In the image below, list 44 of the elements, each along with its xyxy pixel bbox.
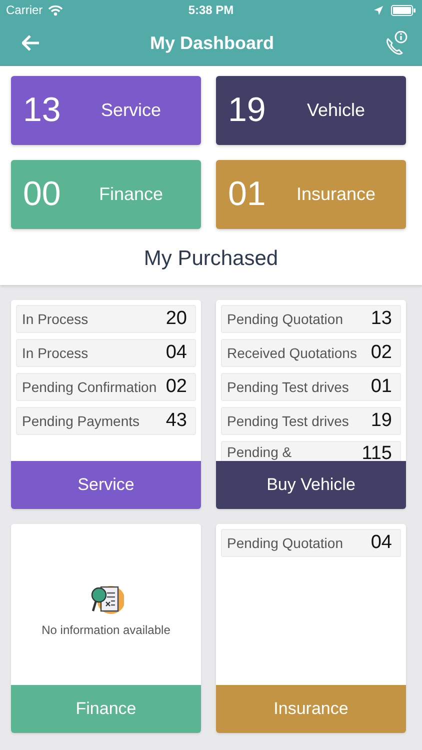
status-row[interactable]: In Process 20	[16, 305, 196, 333]
status-label: Pending Quotation	[227, 310, 343, 328]
status-count: 04	[370, 533, 392, 553]
status-label: Pending Payments	[22, 412, 140, 430]
status-count: 02	[166, 377, 187, 397]
status-count: 20	[166, 309, 187, 329]
battery-icon	[391, 4, 416, 16]
status-row[interactable]: Pending Test drives 01	[221, 373, 401, 401]
status-count: 04	[166, 343, 187, 363]
status-label: Pending &	[227, 444, 292, 461]
status-label: Pending Confirmation	[22, 378, 157, 396]
status-row[interactable]: Pending Payments 43	[16, 407, 196, 435]
status-label: Pending Quotation	[227, 534, 343, 552]
status-row[interactable]: Pending Quotation 13	[221, 305, 401, 333]
status-count: 19	[370, 411, 392, 431]
back-button[interactable]	[22, 35, 40, 51]
category-button[interactable]: Service	[11, 461, 201, 509]
category-button[interactable]: Buy Vehicle	[216, 461, 406, 509]
status-label: Pending Test drives	[227, 412, 349, 430]
status-row[interactable]: Pending & 115	[221, 441, 401, 461]
status-label: Received Quotations	[227, 344, 357, 362]
status-count: 13	[370, 309, 392, 329]
status-row[interactable]: Pending Confirmation 02	[16, 373, 196, 401]
summary-tile[interactable]: 19 Vehicle	[216, 76, 406, 145]
status-label: Pending Test drives	[227, 378, 349, 396]
carrier-label: Carrier	[6, 3, 43, 17]
summary-tile[interactable]: 13 Service	[11, 76, 201, 145]
status-label: In Process	[22, 310, 88, 328]
empty-message: No information available	[42, 622, 170, 636]
status-row[interactable]: In Process 04	[16, 339, 196, 367]
status-label: In Process	[22, 344, 88, 362]
status-row[interactable]: Pending Quotation 04	[221, 529, 401, 557]
status-row[interactable]: Received Quotations 02	[221, 339, 401, 367]
status-count: 02	[370, 343, 392, 363]
phone-info-icon[interactable]	[384, 31, 408, 55]
status-count: 01	[370, 377, 392, 397]
location-arrow-icon	[374, 6, 383, 14]
clock-time: 5:38 PM	[188, 3, 234, 17]
section-title: My Purchased	[144, 247, 278, 270]
screen-title: My Dashboard	[150, 32, 274, 54]
status-count: 115	[362, 444, 392, 461]
status-count: 43	[166, 411, 187, 431]
status-row[interactable]: Pending Test drives 19	[221, 407, 401, 435]
wifi-icon	[48, 4, 63, 16]
